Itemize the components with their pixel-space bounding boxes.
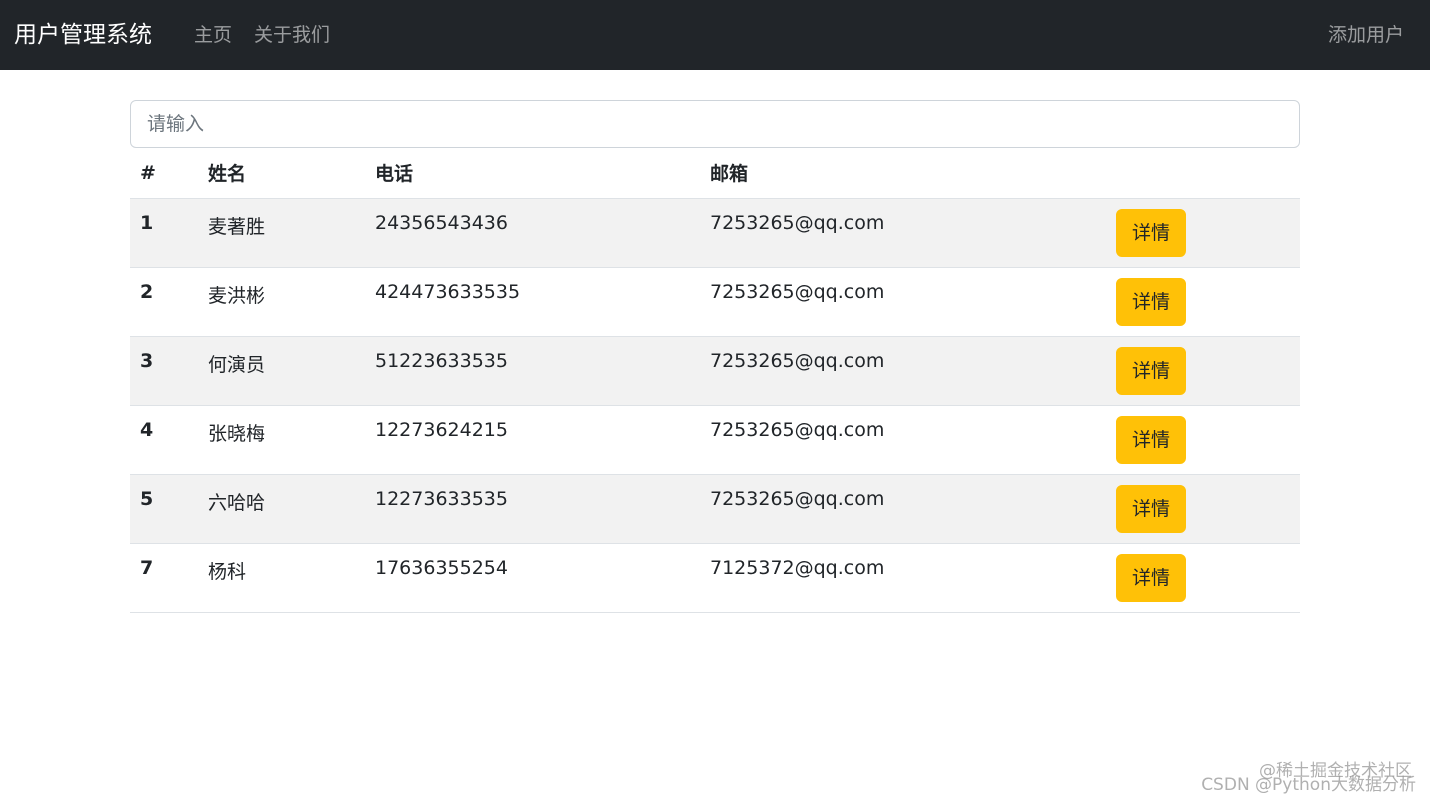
row-phone: 24356543436	[365, 198, 700, 268]
row-index: 5	[130, 474, 198, 544]
watermark-csdn: CSDN @Python大数据分析	[1201, 775, 1416, 795]
row-action-cell: 详情	[1106, 198, 1300, 268]
column-header-phone: 电话	[365, 148, 700, 199]
row-phone: 424473633535	[365, 267, 700, 337]
column-header-index: #	[130, 148, 198, 199]
row-name: 何演员	[198, 336, 365, 406]
detail-button[interactable]: 详情	[1116, 346, 1187, 395]
column-header-name: 姓名	[198, 148, 365, 199]
column-header-action	[1106, 148, 1300, 199]
row-index: 7	[130, 543, 198, 613]
users-table: # 姓名 电话 邮箱 1 麦著胜 24356543436 7253265@qq.…	[130, 148, 1300, 613]
row-name: 麦著胜	[198, 198, 365, 268]
table-row: 2 麦洪彬 424473633535 7253265@qq.com 详情	[130, 267, 1300, 337]
row-action-cell: 详情	[1106, 543, 1300, 613]
row-email: 7253265@qq.com	[700, 267, 1106, 337]
nav-link-about[interactable]: 关于我们	[254, 22, 330, 48]
brand-title[interactable]: 用户管理系统	[14, 18, 152, 52]
row-email: 7253265@qq.com	[700, 336, 1106, 406]
row-index: 4	[130, 405, 198, 475]
row-action-cell: 详情	[1106, 336, 1300, 406]
table-row: 3 何演员 51223633535 7253265@qq.com 详情	[130, 336, 1300, 406]
table-row: 4 张晓梅 12273624215 7253265@qq.com 详情	[130, 405, 1300, 475]
row-phone: 51223633535	[365, 336, 700, 406]
table-row: 5 六哈哈 12273633535 7253265@qq.com 详情	[130, 474, 1300, 544]
column-header-email: 邮箱	[700, 148, 1106, 199]
add-user-link[interactable]: 添加用户	[1328, 22, 1404, 48]
row-name: 张晓梅	[198, 405, 365, 475]
table-header-row: # 姓名 电话 邮箱	[130, 148, 1300, 199]
row-index: 2	[130, 267, 198, 337]
row-action-cell: 详情	[1106, 267, 1300, 337]
detail-button[interactable]: 详情	[1116, 484, 1187, 533]
detail-button[interactable]: 详情	[1116, 208, 1187, 257]
row-action-cell: 详情	[1106, 405, 1300, 475]
row-email: 7125372@qq.com	[700, 543, 1106, 613]
table-row: 7 杨科 17636355254 7125372@qq.com 详情	[130, 543, 1300, 613]
row-index: 1	[130, 198, 198, 268]
detail-button[interactable]: 详情	[1116, 415, 1187, 464]
row-phone: 12273624215	[365, 405, 700, 475]
row-action-cell: 详情	[1106, 474, 1300, 544]
table-row: 1 麦著胜 24356543436 7253265@qq.com 详情	[130, 198, 1300, 268]
row-name: 杨科	[198, 543, 365, 613]
row-index: 3	[130, 336, 198, 406]
nav-link-home[interactable]: 主页	[194, 22, 232, 48]
row-phone: 17636355254	[365, 543, 700, 613]
row-email: 7253265@qq.com	[700, 405, 1106, 475]
search-input[interactable]	[130, 100, 1300, 148]
detail-button[interactable]: 详情	[1116, 553, 1187, 602]
top-navbar: 用户管理系统 主页 关于我们 添加用户	[0, 0, 1430, 70]
row-email: 7253265@qq.com	[700, 198, 1106, 268]
detail-button[interactable]: 详情	[1116, 277, 1187, 326]
row-name: 麦洪彬	[198, 267, 365, 337]
row-email: 7253265@qq.com	[700, 474, 1106, 544]
row-name: 六哈哈	[198, 474, 365, 544]
row-phone: 12273633535	[365, 474, 700, 544]
